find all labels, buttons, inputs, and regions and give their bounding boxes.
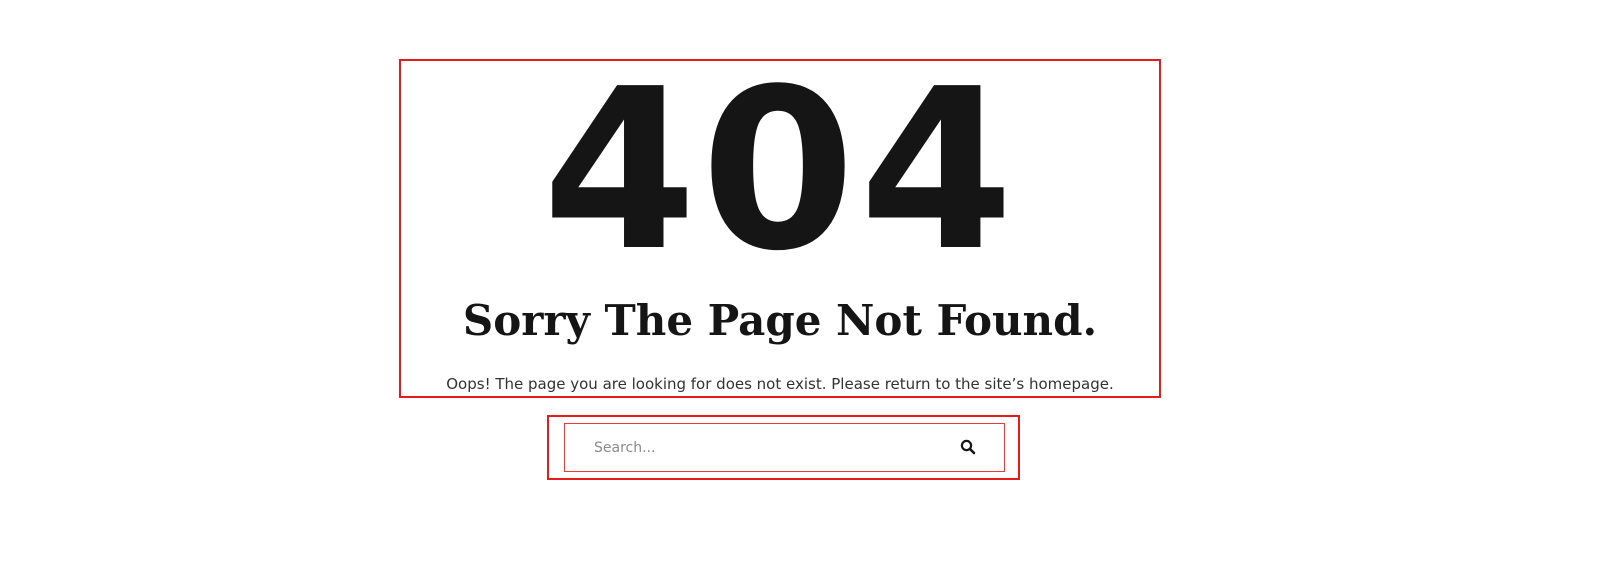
error-content: 404 Sorry The Page Not Found. Oops! The … bbox=[399, 59, 1161, 398]
page-title: Sorry The Page Not Found. bbox=[462, 296, 1098, 345]
search-input[interactable] bbox=[565, 424, 945, 471]
search-form bbox=[547, 415, 1020, 480]
search-button[interactable] bbox=[954, 435, 982, 461]
search-box bbox=[564, 423, 1005, 472]
error-message: Oops! The page you are looking for does … bbox=[446, 375, 1114, 393]
search-icon bbox=[960, 439, 976, 458]
error-code: 404 bbox=[542, 42, 1018, 300]
